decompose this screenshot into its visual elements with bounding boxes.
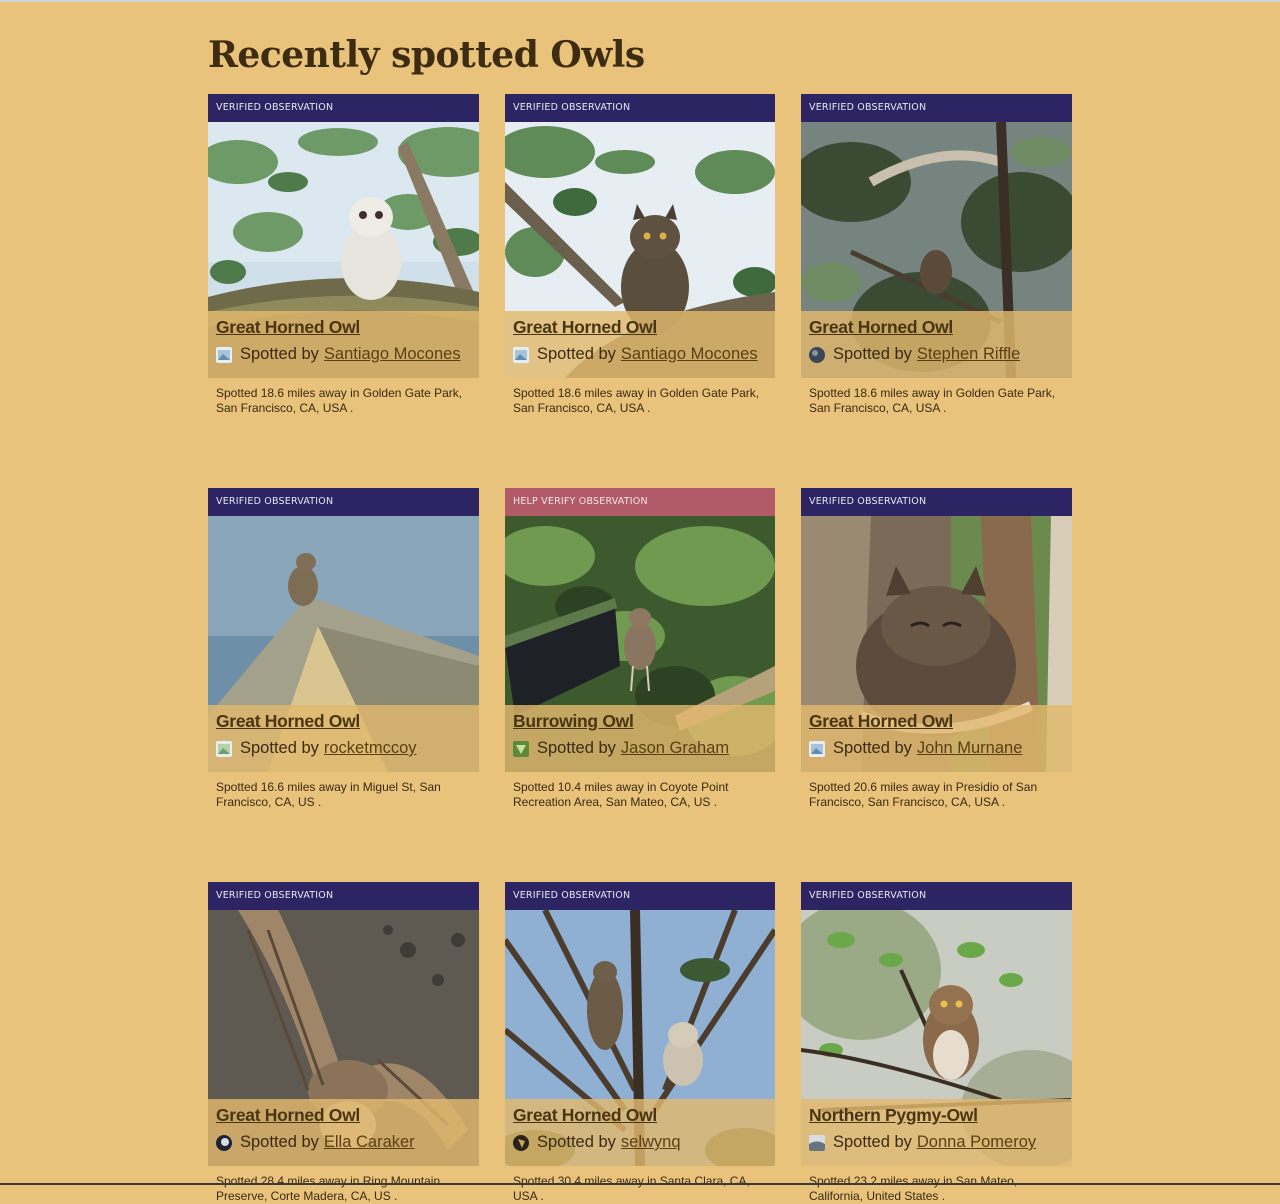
verified-badge: VERIFIED OBSERVATION bbox=[801, 882, 1072, 910]
verified-badge: VERIFIED OBSERVATION bbox=[801, 488, 1072, 516]
observation-card[interactable]: HELP VERIFY OBSERVATION Burrowing Owl Sp… bbox=[505, 488, 775, 810]
spotter-link[interactable]: selwynq bbox=[621, 1133, 681, 1152]
card-info-overlay: Great Horned Owl Spotted by John Murnane bbox=[801, 705, 1072, 772]
top-border bbox=[0, 0, 1280, 2]
observation-card[interactable]: VERIFIED OBSERVATION Great Horned Owl Sp… bbox=[208, 488, 479, 810]
species-link[interactable]: Great Horned Owl bbox=[809, 317, 1064, 338]
species-link[interactable]: Burrowing Owl bbox=[513, 711, 767, 732]
card-info-overlay: Great Horned Owl Spotted by selwynq bbox=[505, 1099, 775, 1166]
card-info-overlay: Burrowing Owl Spotted by Jason Graham bbox=[505, 705, 775, 772]
spotted-by-label: Spotted by bbox=[537, 345, 616, 363]
owl-photo[interactable]: Great Horned Owl Spotted by Ella Caraker bbox=[208, 910, 479, 1166]
spotter-row: Spotted by John Murnane bbox=[809, 739, 1064, 758]
species-link[interactable]: Great Horned Owl bbox=[809, 711, 1064, 732]
user-avatar-icon bbox=[216, 346, 232, 363]
user-avatar-icon bbox=[809, 346, 825, 363]
verified-badge: VERIFIED OBSERVATION bbox=[505, 94, 775, 122]
spotter-row: Spotted by Donna Pomeroy bbox=[809, 1133, 1064, 1152]
spotted-by-label: Spotted by bbox=[240, 739, 319, 757]
owl-photo[interactable]: Great Horned Owl Spotted by rocketmccoy bbox=[208, 516, 479, 772]
spotted-by-label: Spotted by bbox=[537, 1133, 616, 1151]
owl-photo[interactable]: Great Horned Owl Spotted by selwynq bbox=[505, 910, 775, 1166]
spotter-row: Spotted by Santiago Mocones bbox=[513, 345, 767, 364]
species-link[interactable]: Great Horned Owl bbox=[216, 1105, 471, 1126]
species-link[interactable]: Great Horned Owl bbox=[216, 317, 471, 338]
observation-meta: Spotted 18.6 miles away in Golden Gate P… bbox=[216, 386, 463, 415]
spotter-link[interactable]: Jason Graham bbox=[621, 739, 729, 758]
verified-badge: VERIFIED OBSERVATION bbox=[208, 882, 479, 910]
observation-card[interactable]: VERIFIED OBSERVATION Northern Pygmy-Owl … bbox=[801, 882, 1072, 1204]
spotter-row: Spotted by rocketmccoy bbox=[216, 739, 471, 758]
observation-card[interactable]: VERIFIED OBSERVATION Great Horned Owl Sp… bbox=[505, 94, 775, 416]
spotted-by-label: Spotted by bbox=[240, 345, 319, 363]
species-link[interactable]: Great Horned Owl bbox=[513, 1105, 767, 1126]
page-title: Recently spotted Owls bbox=[208, 34, 645, 76]
observation-meta: Spotted 16.6 miles away in Miguel St, Sa… bbox=[216, 780, 441, 809]
owl-photo[interactable]: Burrowing Owl Spotted by Jason Graham bbox=[505, 516, 775, 772]
verified-badge: VERIFIED OBSERVATION bbox=[801, 94, 1072, 122]
spotted-by-label: Spotted by bbox=[833, 1133, 912, 1151]
observation-card[interactable]: VERIFIED OBSERVATION Great Horned Owl Sp… bbox=[801, 488, 1072, 810]
spotted-by-label: Spotted by bbox=[240, 1133, 319, 1151]
observation-meta: Spotted 30.4 miles away in Santa Clara, … bbox=[513, 1174, 750, 1203]
user-avatar-icon bbox=[513, 1134, 529, 1151]
verified-badge: VERIFIED OBSERVATION bbox=[208, 488, 479, 516]
species-link[interactable]: Great Horned Owl bbox=[513, 317, 767, 338]
user-avatar-icon bbox=[513, 740, 529, 757]
user-avatar-icon bbox=[216, 740, 232, 757]
spotter-link[interactable]: rocketmccoy bbox=[324, 739, 417, 758]
card-info-overlay: Great Horned Owl Spotted by Santiago Moc… bbox=[208, 311, 479, 378]
verified-badge: VERIFIED OBSERVATION bbox=[505, 882, 775, 910]
owl-photo[interactable]: Great Horned Owl Spotted by Santiago Moc… bbox=[505, 122, 775, 378]
observation-grid: VERIFIED OBSERVATION Great Horned Owl Sp… bbox=[208, 94, 1072, 1204]
verified-badge: VERIFIED OBSERVATION bbox=[208, 94, 479, 122]
spotter-link[interactable]: Donna Pomeroy bbox=[917, 1133, 1036, 1152]
owl-photo[interactable]: Great Horned Owl Spotted by John Murnane bbox=[801, 516, 1072, 772]
spotted-by-label: Spotted by bbox=[833, 345, 912, 363]
observation-card[interactable]: VERIFIED OBSERVATION Great Horned Owl Sp… bbox=[208, 94, 479, 416]
user-avatar-icon bbox=[513, 346, 529, 363]
species-link[interactable]: Great Horned Owl bbox=[216, 711, 471, 732]
user-avatar-icon bbox=[809, 1134, 825, 1151]
observation-meta: Spotted 10.4 miles away in Coyote Point … bbox=[513, 780, 729, 809]
spotted-by-label: Spotted by bbox=[537, 739, 616, 757]
spotted-by-label: Spotted by bbox=[833, 739, 912, 757]
spotter-row: Spotted by Santiago Mocones bbox=[216, 345, 471, 364]
user-avatar-icon bbox=[809, 740, 825, 757]
help-verify-badge[interactable]: HELP VERIFY OBSERVATION bbox=[505, 488, 775, 516]
observation-card[interactable]: VERIFIED OBSERVATION Great Horned Owl Sp… bbox=[801, 94, 1072, 416]
user-avatar-icon bbox=[216, 1134, 232, 1151]
spotter-row: Spotted by Jason Graham bbox=[513, 739, 767, 758]
card-info-overlay: Great Horned Owl Spotted by rocketmccoy bbox=[208, 705, 479, 772]
observation-card[interactable]: VERIFIED OBSERVATION Great Horned Owl Sp… bbox=[505, 882, 775, 1204]
observation-meta: Spotted 18.6 miles away in Golden Gate P… bbox=[513, 386, 760, 415]
owl-photo[interactable]: Great Horned Owl Spotted by Stephen Riff… bbox=[801, 122, 1072, 378]
observation-meta: Spotted 18.6 miles away in Golden Gate P… bbox=[809, 386, 1056, 415]
observation-meta: Spotted 23.2 miles away in San Mateo, Ca… bbox=[809, 1174, 1018, 1203]
spotter-row: Spotted by Ella Caraker bbox=[216, 1133, 471, 1152]
observation-card[interactable]: VERIFIED OBSERVATION Great Horned Owl Sp… bbox=[208, 882, 479, 1204]
spotter-link[interactable]: Santiago Mocones bbox=[324, 345, 461, 364]
card-info-overlay: Great Horned Owl Spotted by Stephen Riff… bbox=[801, 311, 1072, 378]
observation-meta: Spotted 20.6 miles away in Presidio of S… bbox=[809, 780, 1038, 809]
spotter-link[interactable]: Stephen Riffle bbox=[917, 345, 1020, 364]
card-info-overlay: Great Horned Owl Spotted by Ella Caraker bbox=[208, 1099, 479, 1166]
spotter-link[interactable]: Ella Caraker bbox=[324, 1133, 415, 1152]
spotter-link[interactable]: John Murnane bbox=[917, 739, 1023, 758]
owl-photo[interactable]: Northern Pygmy-Owl Spotted by Donna Pome… bbox=[801, 910, 1072, 1166]
card-info-overlay: Northern Pygmy-Owl Spotted by Donna Pome… bbox=[801, 1099, 1072, 1166]
spotter-row: Spotted by selwynq bbox=[513, 1133, 767, 1152]
species-link[interactable]: Northern Pygmy-Owl bbox=[809, 1105, 1064, 1126]
owl-photo[interactable]: Great Horned Owl Spotted by Santiago Moc… bbox=[208, 122, 479, 378]
spotter-row: Spotted by Stephen Riffle bbox=[809, 345, 1064, 364]
observation-meta: Spotted 28.4 miles away in Ring Mountain… bbox=[216, 1174, 441, 1203]
card-info-overlay: Great Horned Owl Spotted by Santiago Moc… bbox=[505, 311, 775, 378]
spotter-link[interactable]: Santiago Mocones bbox=[621, 345, 758, 364]
